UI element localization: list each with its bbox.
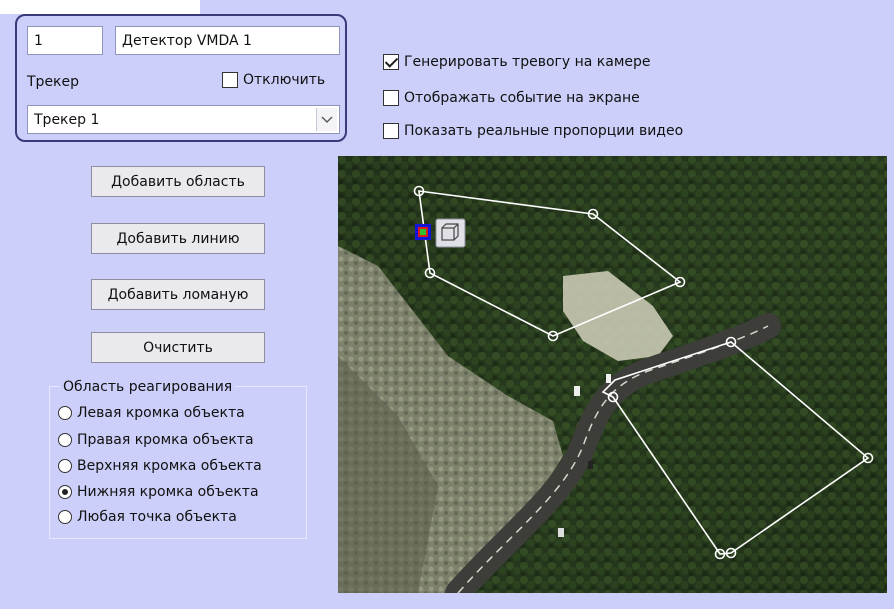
radio-label: Правая кромка объекта (77, 432, 254, 448)
vmda-settings-window: 1 Детектор VMDA 1 Трекер Отключить Треке… (0, 0, 894, 609)
top-cropped-text (0, 0, 200, 14)
radio-label: Левая кромка объекта (77, 405, 245, 421)
radio-right-edge[interactable]: Правая кромка объекта (58, 432, 254, 448)
video-canvas[interactable] (338, 156, 887, 593)
add-polyline-button[interactable]: Добавить ломаную (91, 279, 265, 310)
show-event-box[interactable] (383, 90, 399, 106)
radio-left-edge[interactable]: Левая кромка объекта (58, 405, 245, 421)
tracker-select-value: Трекер 1 (34, 112, 100, 128)
reaction-area-title: Область реагирования (60, 379, 236, 395)
tracker-label: Трекер (27, 74, 80, 90)
radio-button[interactable] (58, 485, 72, 499)
real-proportions-label: Показать реальные пропорции видео (404, 123, 684, 139)
detector-id-input[interactable]: 1 (27, 26, 103, 55)
radio-any-point[interactable]: Любая точка объекта (58, 509, 237, 525)
radio-top-edge[interactable]: Верхняя кромка объекта (58, 458, 262, 474)
generate-alarm-label: Генерировать тревогу на камере (404, 54, 651, 70)
color-square-icon[interactable] (415, 224, 431, 240)
radio-bottom-edge[interactable]: Нижняя кромка объекта (58, 484, 259, 500)
add-area-button[interactable]: Добавить область (91, 166, 265, 197)
disable-tracker-box[interactable] (222, 72, 238, 88)
radio-button[interactable] (58, 459, 72, 473)
radio-label: Нижняя кромка объекта (77, 484, 259, 500)
cube-icon[interactable] (435, 218, 466, 248)
camera-video-view[interactable] (338, 156, 887, 593)
add-line-button[interactable]: Добавить линию (91, 223, 265, 254)
disable-tracker-checkbox[interactable]: Отключить (222, 72, 325, 88)
generate-alarm-checkbox[interactable]: Генерировать тревогу на камере (383, 54, 651, 70)
real-proportions-box[interactable] (383, 123, 399, 139)
radio-button[interactable] (58, 406, 72, 420)
reaction-area-group: Область реагирования Левая кромка объект… (49, 379, 307, 539)
detector-settings-panel: 1 Детектор VMDA 1 Трекер Отключить Треке… (15, 14, 347, 142)
generate-alarm-box[interactable] (383, 54, 399, 70)
clear-button[interactable]: Очистить (91, 332, 265, 363)
radio-label: Любая точка объекта (77, 509, 237, 525)
radio-button[interactable] (58, 433, 72, 447)
real-proportions-checkbox[interactable]: Показать реальные пропорции видео (383, 123, 683, 139)
disable-tracker-label: Отключить (243, 72, 326, 88)
radio-button[interactable] (58, 510, 72, 524)
show-event-label: Отображать событие на экране (404, 90, 640, 106)
detector-name-input[interactable]: Детектор VMDA 1 (115, 26, 340, 55)
radio-label: Верхняя кромка объекта (77, 458, 262, 474)
chevron-down-icon[interactable] (316, 108, 337, 131)
show-event-checkbox[interactable]: Отображать событие на экране (383, 90, 640, 106)
tracker-select[interactable]: Трекер 1 (27, 105, 340, 134)
